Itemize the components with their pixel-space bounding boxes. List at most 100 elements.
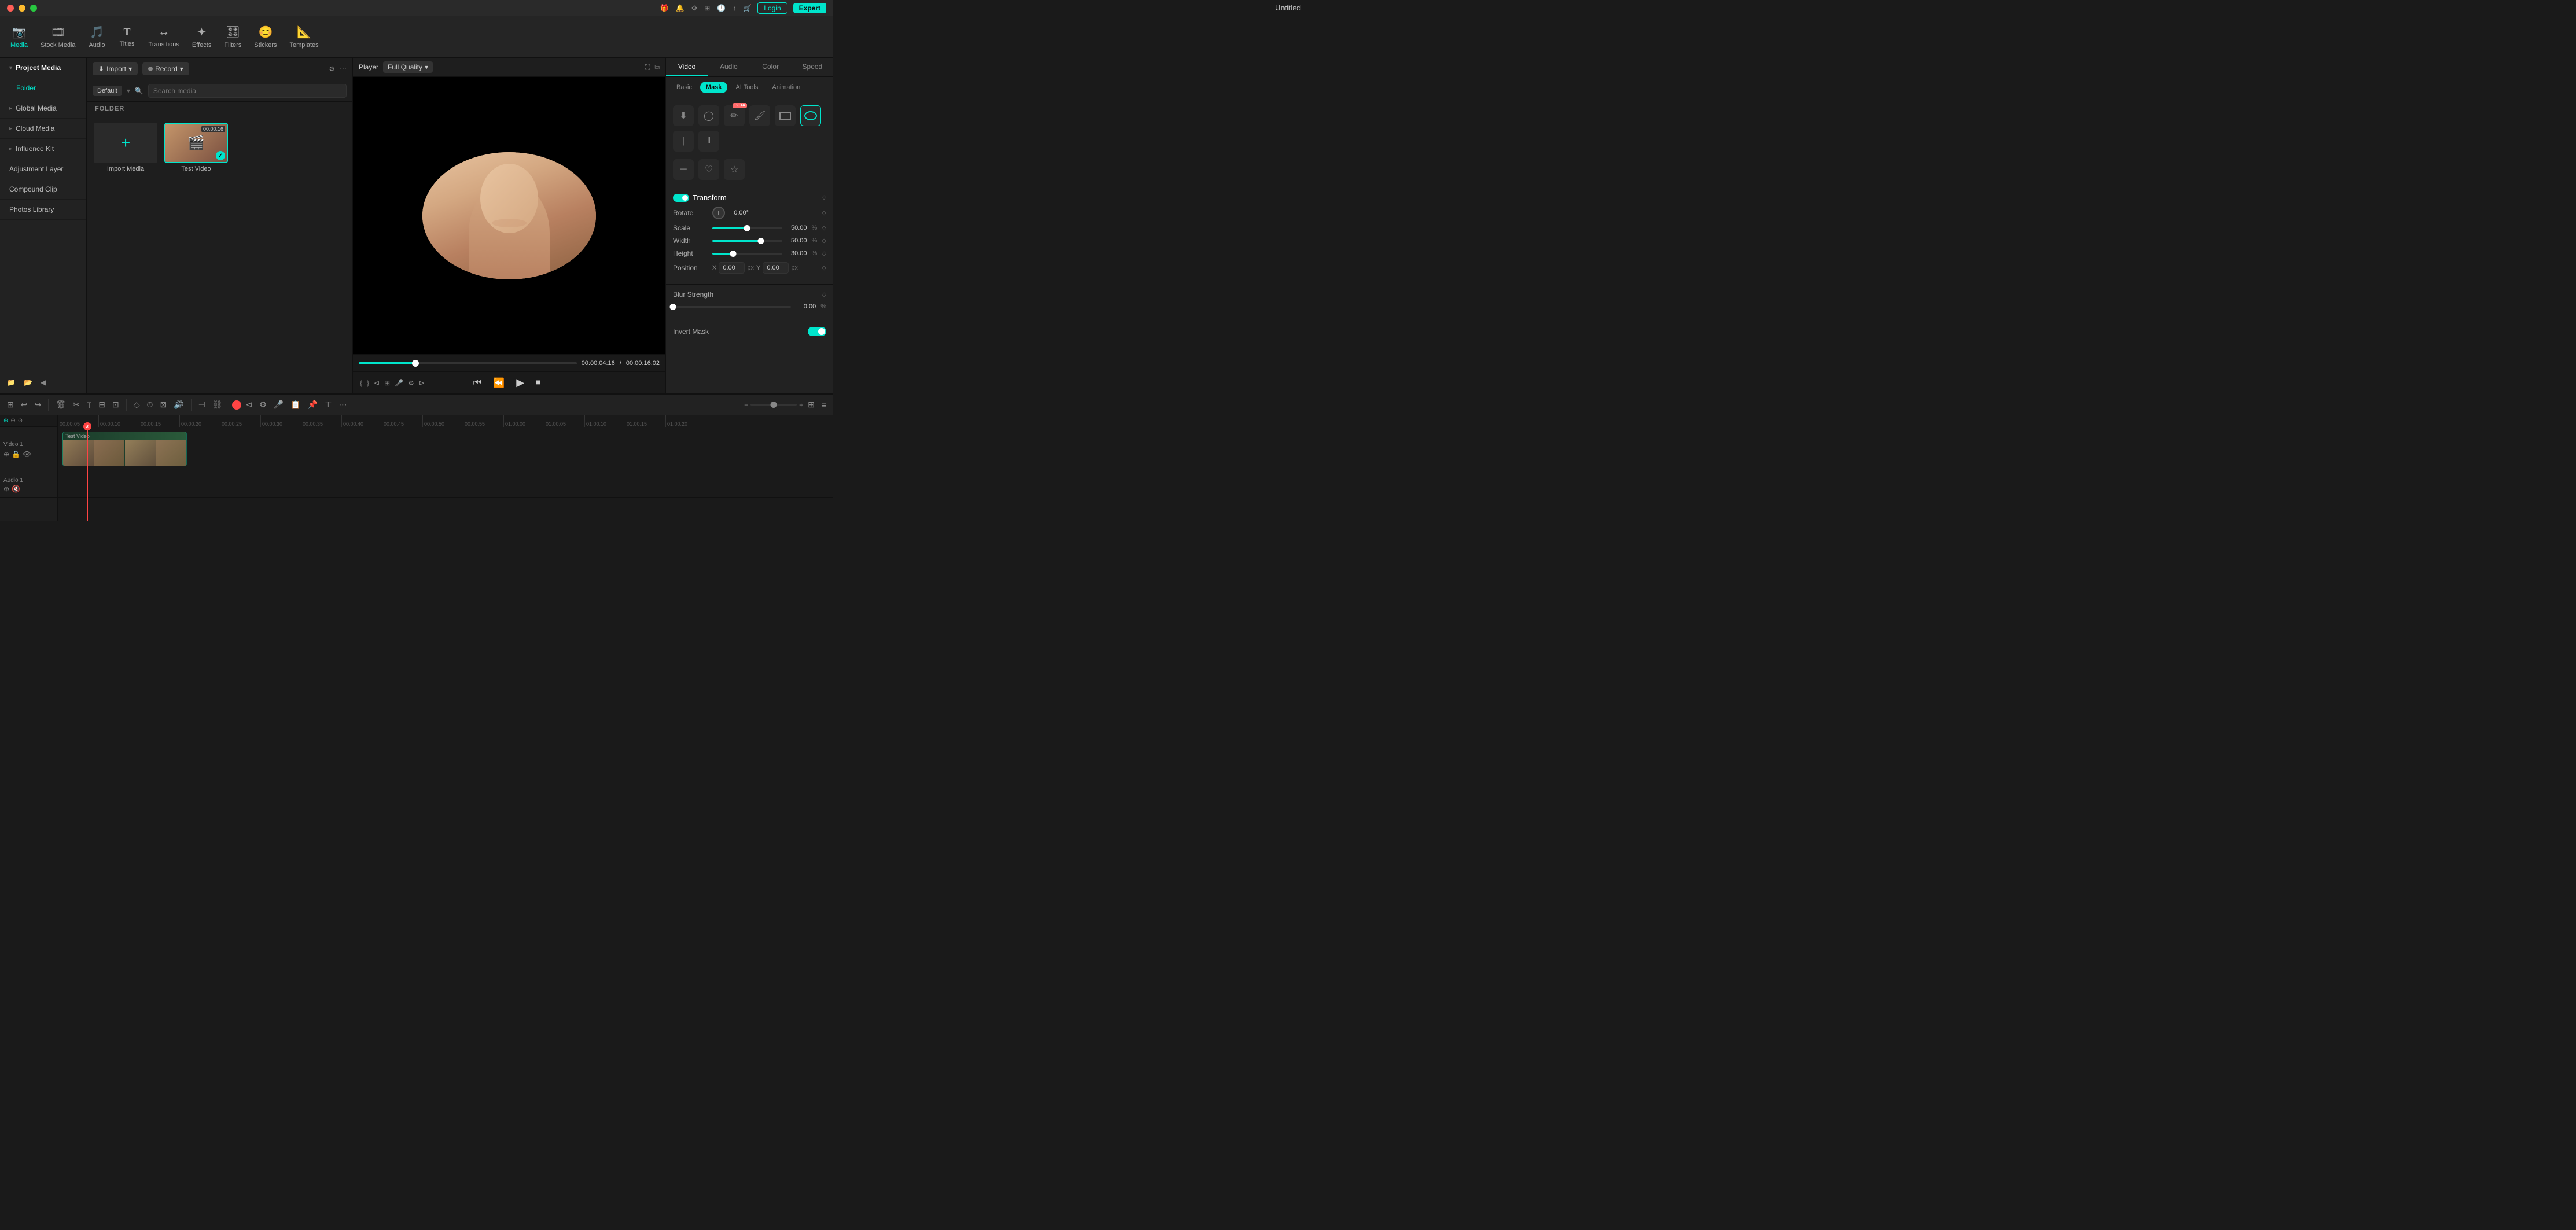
scale-keyframe-icon[interactable]: ◇ [822,225,826,231]
invert-mask-toggle[interactable] [808,327,826,336]
audio-track-mute[interactable]: 🔇 [12,485,20,493]
timeline-copy[interactable]: 📋 [288,397,303,412]
pip-icon[interactable]: ⧉ [654,63,660,72]
brush-mask-tool[interactable]: 🖌 [749,105,770,126]
timeline-settings[interactable]: ⚙ [257,397,269,412]
expert-button[interactable]: Expert [793,3,826,13]
timeline-trim[interactable]: ⊤ [322,397,334,412]
timeline-filter-button[interactable]: ⊠ [157,397,169,412]
skip-back-button[interactable]: ⏮ [471,375,484,391]
filter-icon[interactable]: ⚙ [329,65,335,73]
line-mask-tool[interactable]: ─ [673,159,694,180]
default-view-button[interactable]: Default [93,86,122,96]
zoom-in-icon[interactable]: + [799,401,803,409]
grid-icon[interactable]: ⊞ [704,4,710,12]
toolbar-item-audio[interactable]: 🎵 Audio [83,21,112,52]
test-video-thumb[interactable]: 00:00:16 ✓ 🎬 [164,123,228,163]
sidebar-item-folder[interactable]: Folder [0,78,86,98]
close-button[interactable] [7,5,14,12]
mark-out-icon[interactable]: ⊳ [419,379,425,387]
minimize-button[interactable] [19,5,25,12]
subtab-mask[interactable]: Mask [700,82,728,93]
toolbar-item-stickers[interactable]: 😊 Stickers [248,21,282,52]
video-track-visible[interactable]: 👁 [23,450,31,458]
cart-icon[interactable]: 🛒 [743,4,752,12]
oval-mask-tool[interactable] [800,105,821,126]
tab-color[interactable]: Color [750,58,792,76]
clock-icon[interactable]: 🕐 [717,4,726,12]
more-options-icon[interactable]: ⋯ [340,65,347,73]
sidebar-item-project-media[interactable]: ▾ Project Media [0,58,86,78]
position-y-input[interactable] [763,262,789,274]
pipe-mask-tool[interactable]: | [673,131,694,152]
sidebar-item-influence-kit[interactable]: ▸ Influence Kit [0,139,86,159]
snapshot-icon[interactable]: ⊞ [384,379,390,387]
video-clip[interactable]: Test Video [62,432,187,466]
collapse-panel-icon[interactable]: ◀ [38,376,48,389]
record-button[interactable]: Record ▾ [142,62,189,75]
mark-in-icon[interactable]: ⊲ [374,379,380,387]
blur-keyframe-icon[interactable]: ◇ [822,292,826,298]
bracket-out-icon[interactable]: } [367,379,369,387]
transform-keyframe-icon[interactable]: ◇ [822,194,826,201]
timeline-keyframe-button[interactable]: ◇ [131,397,142,412]
timeline-undo-button[interactable]: ↩ [19,397,30,412]
timeline-mark-in[interactable]: ⊲ [244,397,255,412]
timeline-more[interactable]: ⋯ [336,397,349,412]
width-keyframe-icon[interactable]: ◇ [822,238,826,244]
heart-mask-tool[interactable]: ♡ [698,159,719,180]
share-icon[interactable]: ↑ [733,4,736,12]
sidebar-item-photos-library[interactable]: Photos Library [0,200,86,220]
timeline-delete-button[interactable]: 🗑 [53,397,68,412]
play-button[interactable]: ▶ [514,374,527,391]
video-track-lock[interactable]: 🔒 [12,450,20,458]
blur-slider[interactable] [673,306,791,308]
login-button[interactable]: Login [757,2,787,14]
timeline-link-button[interactable]: ⛓ [210,397,225,412]
rotate-keyframe-icon[interactable]: ◇ [822,210,826,216]
tab-speed[interactable]: Speed [792,58,833,76]
subtab-basic[interactable]: Basic [671,82,698,93]
step-back-button[interactable]: ⏪ [491,375,507,391]
timeline-text-button[interactable]: T [84,398,94,412]
fullscreen-icon[interactable]: ⛶ [645,63,650,72]
rectangle-mask-tool[interactable] [775,105,796,126]
toolbar-item-filters[interactable]: 🎛 Filters [218,21,247,52]
width-slider[interactable] [712,240,782,242]
timeline-snap-button[interactable]: ⊣ [196,397,208,412]
subtab-animation[interactable]: Animation [766,82,806,93]
height-slider[interactable] [712,253,782,255]
timeline-redo-button[interactable]: ↪ [32,397,43,412]
track-settings-icon[interactable]: ⊙ [18,418,23,424]
timeline-voiceover[interactable]: 🎤 [271,397,286,412]
voiceover-icon[interactable]: 🎤 [395,379,403,387]
tab-audio[interactable]: Audio [708,58,749,76]
track-add-icon[interactable]: ⊕ [10,418,15,424]
settings-icon[interactable]: ⚙ [691,4,698,12]
quality-button[interactable]: Full Quality ▾ [383,61,433,73]
add-folder-icon[interactable]: 📂 [21,376,35,389]
settings2-icon[interactable]: ⚙ [408,379,414,387]
scale-slider[interactable] [712,227,782,229]
star-mask-tool[interactable]: ☆ [724,159,745,180]
sidebar-item-cloud-media[interactable]: ▸ Cloud Media [0,119,86,139]
toolbar-item-transitions[interactable]: ↔ Transitions [143,22,185,51]
toolbar-item-media[interactable]: 📷 Media [5,21,34,52]
timeline-speed-button[interactable]: ⏱ [145,397,156,412]
zoom-slider[interactable] [750,404,797,406]
media-item-test-video[interactable]: 00:00:16 ✓ 🎬 Test Video [164,123,228,172]
snap-icon[interactable]: ⊕ [3,418,8,424]
pen-mask-tool[interactable]: ✏ BETA [724,105,745,126]
download-mask-tool[interactable]: ⬇ [673,105,694,126]
import-media-thumb[interactable]: + [94,123,157,163]
audio-track-add[interactable]: ⊕ [3,485,9,493]
sidebar-item-adjustment-layer[interactable]: Adjustment Layer [0,159,86,179]
gift-icon[interactable]: 🎁 [660,4,669,12]
bracket-in-icon[interactable]: { [360,379,362,387]
pipe2-mask-tool[interactable]: ‖ [698,131,719,152]
transform-toggle[interactable] [673,194,689,202]
search-input[interactable] [148,84,347,98]
circle-mask-tool[interactable]: ◯ [698,105,719,126]
progress-thumb[interactable] [412,360,419,367]
timeline-add-track-button[interactable]: ⊞ [5,397,16,412]
